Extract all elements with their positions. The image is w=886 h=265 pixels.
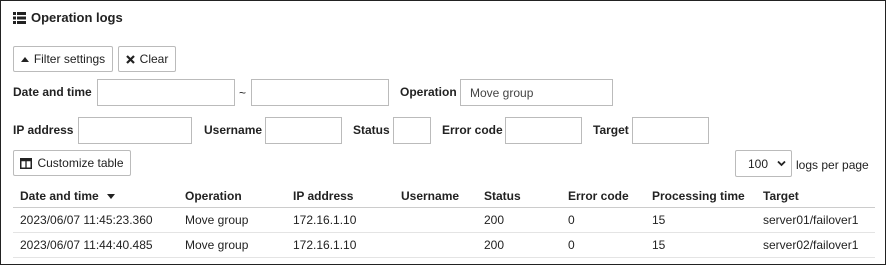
cell-processing-time: 15 [645,232,756,258]
cell-date-time: 2023/06/07 11:44:40.485 [13,232,178,258]
table-row[interactable]: 2023/06/07 11:45:23.360 Move group 172.1… [13,207,875,233]
per-page-value: 100 [748,156,769,171]
filter-settings-label: Filter settings [33,52,106,66]
cell-ip-address: 172.16.1.10 [286,232,394,258]
ip-address-input[interactable] [78,117,192,144]
cell-ip-address: 172.16.1.10 [286,207,394,233]
column-header-error-code[interactable]: Error code [561,185,645,208]
logs-table: Date and time Operation IP address Usern… [13,185,875,258]
sort-descending-icon [106,194,115,200]
date-to-input[interactable] [251,79,389,106]
date-range-separator: ~ [239,86,247,100]
customize-table-button[interactable]: Customize table [13,150,131,176]
status-label: Status [353,123,390,137]
target-label: Target [593,123,629,137]
cell-error-code: 0 [561,232,645,258]
error-code-input[interactable] [505,117,582,144]
cell-target: server02/failover1 [756,232,875,258]
cell-date-time: 2023/06/07 11:45:23.360 [13,207,178,233]
per-page-suffix: logs per page [796,158,869,172]
target-input[interactable] [632,117,709,144]
column-header-username[interactable]: Username [394,185,477,208]
cell-username [394,232,477,258]
username-input[interactable] [265,117,342,144]
chevron-down-icon [777,160,786,167]
column-header-processing-time[interactable]: Processing time [645,185,756,208]
cell-status: 200 [477,207,561,233]
operation-input[interactable] [460,79,613,106]
column-header-target[interactable]: Target [756,185,875,208]
customize-table-label: Customize table [37,156,124,170]
clear-button[interactable]: Clear [118,46,176,72]
error-code-label: Error code [442,123,503,137]
per-page-select[interactable]: 100 [735,150,792,177]
ip-address-label: IP address [13,123,74,137]
table-layout-icon [20,157,33,169]
status-input[interactable] [393,117,431,144]
page-title-text: Operation logs [31,10,123,25]
table-header-row: Date and time Operation IP address Usern… [13,185,875,208]
operation-label: Operation [400,85,457,99]
cell-operation: Move group [178,207,286,233]
username-label: Username [204,123,263,137]
caret-up-icon [20,56,29,62]
cell-username [394,207,477,233]
cell-status: 200 [477,232,561,258]
close-icon [125,54,135,64]
page-title: Operation logs [13,10,123,25]
column-header-operation[interactable]: Operation [178,185,286,208]
cell-operation: Move group [178,232,286,258]
column-header-ip-address[interactable]: IP address [286,185,394,208]
list-icon [13,11,26,24]
date-from-input[interactable] [97,79,235,106]
date-time-label: Date and time [13,85,92,99]
table-row[interactable]: 2023/06/07 11:44:40.485 Move group 172.1… [13,232,875,258]
column-header-status[interactable]: Status [477,185,561,208]
operation-logs-panel: Operation logs Filter settings Clear Dat… [0,0,886,265]
cell-target: server01/failover1 [756,207,875,233]
clear-label: Clear [139,52,169,66]
cell-processing-time: 15 [645,207,756,233]
cell-error-code: 0 [561,207,645,233]
filter-settings-button[interactable]: Filter settings [13,46,113,72]
column-header-date-time[interactable]: Date and time [13,185,178,208]
